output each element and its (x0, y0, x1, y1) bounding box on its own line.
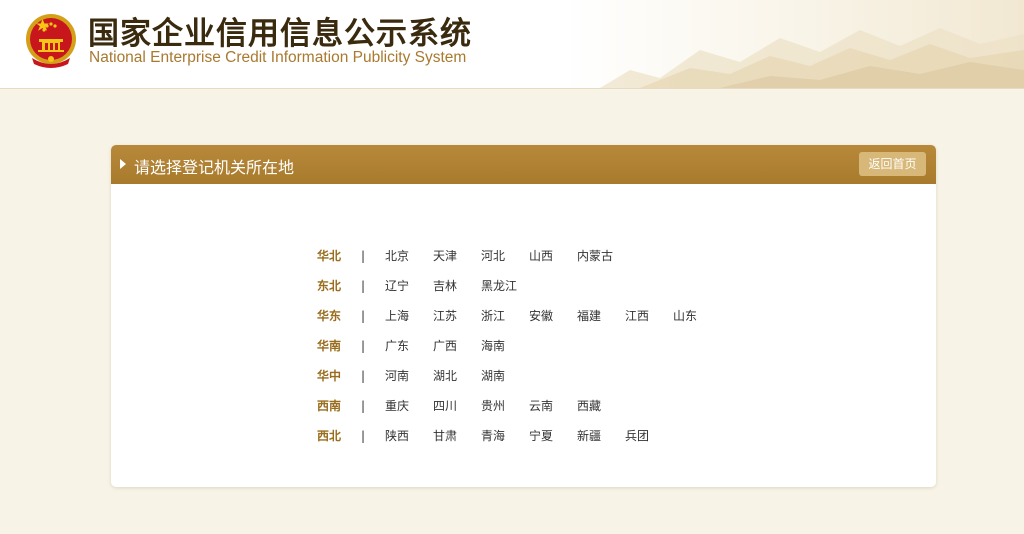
province-link[interactable]: 江苏 (433, 301, 481, 331)
region-separator: | (360, 339, 366, 353)
province-link[interactable]: 湖北 (433, 361, 481, 391)
region-row: 西南 | 重庆 四川 贵州 云南 西藏 (317, 391, 721, 421)
province-link[interactable]: 山东 (673, 301, 721, 331)
province-link[interactable]: 新疆 (577, 421, 625, 451)
region-label: 西南 (317, 399, 342, 413)
site-title-chinese: 国家企业信用信息公示系统 (88, 16, 472, 52)
province-link[interactable]: 山西 (529, 241, 577, 271)
region-separator: | (360, 429, 366, 443)
region-row: 华中 | 河南 湖北 湖南 (317, 361, 721, 391)
region-row: 东北 | 辽宁 吉林 黑龙江 (317, 271, 721, 301)
province-link[interactable]: 云南 (529, 391, 577, 421)
province-link[interactable]: 重庆 (385, 391, 433, 421)
province-link[interactable]: 江西 (625, 301, 673, 331)
region-selection-panel: 请选择登记机关所在地 返回首页 华北 | 北京 天津 河北 山西 内蒙古东北 | 辽宁 吉林 黑龙江… (111, 145, 936, 487)
region-row: 华北 | 北京 天津 河北 山西 内蒙古 (317, 241, 721, 271)
province-link[interactable]: 海南 (481, 331, 529, 361)
panel-title: 请选择登记机关所在地 (134, 158, 295, 177)
province-link[interactable]: 辽宁 (385, 271, 433, 301)
province-link[interactable]: 天津 (433, 241, 481, 271)
province-link[interactable]: 青海 (481, 421, 529, 451)
region-label: 华东 (317, 309, 342, 323)
province-link[interactable]: 内蒙古 (577, 241, 625, 271)
province-link[interactable]: 陕西 (385, 421, 433, 451)
province-link[interactable]: 甘肃 (433, 421, 481, 451)
region-row: 华南 | 广东 广西 海南 (317, 331, 721, 361)
province-link[interactable]: 兵团 (625, 421, 673, 451)
province-link[interactable]: 安徽 (529, 301, 577, 331)
national-emblem-icon (26, 14, 76, 68)
region-separator: | (360, 309, 366, 323)
province-link[interactable]: 河北 (481, 241, 529, 271)
site-title-english: National Enterprise Credit Information P… (89, 49, 467, 66)
province-link[interactable]: 河南 (385, 361, 433, 391)
region-label: 东北 (317, 279, 342, 293)
province-link[interactable]: 西藏 (577, 391, 625, 421)
region-row: 西北 | 陕西 甘肃 青海 宁夏 新疆 兵团 (317, 421, 721, 451)
province-link[interactable]: 浙江 (481, 301, 529, 331)
province-link[interactable]: 广西 (433, 331, 481, 361)
province-link[interactable]: 广东 (385, 331, 433, 361)
region-label: 华中 (317, 369, 342, 383)
region-row: 华东 | 上海 江苏 浙江 安徽 福建 江西 山东 (317, 301, 721, 331)
province-link[interactable]: 福建 (577, 301, 625, 331)
region-label: 华南 (317, 339, 342, 353)
province-link[interactable]: 四川 (433, 391, 481, 421)
caret-right-icon (120, 159, 126, 169)
province-link[interactable]: 贵州 (481, 391, 529, 421)
back-to-home-button[interactable]: 返回首页 (859, 152, 926, 176)
region-separator: | (360, 279, 366, 293)
province-link[interactable]: 黑龙江 (481, 271, 529, 301)
region-label: 华北 (317, 249, 342, 263)
mountain-decoration (600, 28, 1024, 88)
province-link[interactable]: 北京 (385, 241, 433, 271)
province-link[interactable]: 吉林 (433, 271, 481, 301)
region-separator: | (360, 369, 366, 383)
region-separator: | (360, 249, 366, 263)
region-label: 西北 (317, 429, 342, 443)
region-separator: | (360, 399, 366, 413)
province-link[interactable]: 宁夏 (529, 421, 577, 451)
site-header: 国家企业信用信息公示系统 National Enterprise Credit … (0, 0, 1024, 89)
panel-header: 请选择登记机关所在地 返回首页 (111, 145, 936, 184)
region-list: 华北 | 北京 天津 河北 山西 内蒙古 东北 | 辽宁 吉林 黑龙江 华东 | 上海 江苏 浙江 安徽 福建 江西山… (317, 241, 721, 451)
province-link[interactable]: 湖南 (481, 361, 529, 391)
province-link[interactable]: 上海 (385, 301, 433, 331)
